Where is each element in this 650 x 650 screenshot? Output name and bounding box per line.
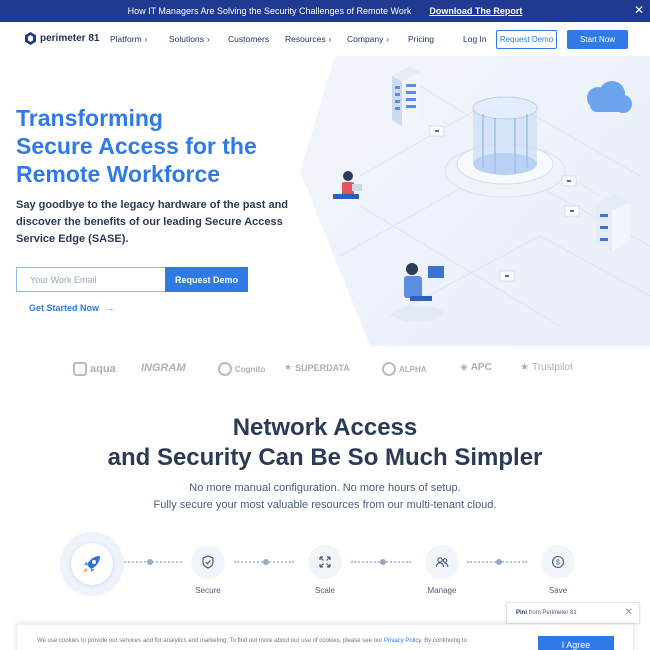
star-icon: ★ xyxy=(520,362,529,373)
shield-icon xyxy=(202,555,214,569)
hero-title-line: Secure Access for the xyxy=(16,133,257,159)
logo-trustpilot: ★ Trustpilot xyxy=(520,362,573,373)
cookie-consent-bar: We use cookies to provide our services a… xyxy=(16,624,634,650)
chat-from: from Perimeter 81 xyxy=(528,610,577,616)
section-subtitle-line1: No more manual configuration. No more ho… xyxy=(189,482,461,494)
work-email-input[interactable]: Your Work Email xyxy=(16,267,165,292)
nav-item-customers[interactable]: Customers xyxy=(228,34,269,44)
get-started-link[interactable]: Get Started Now → xyxy=(29,303,115,313)
hero-title-line: Transforming xyxy=(16,105,163,131)
logo-apc: ◈ APC xyxy=(460,362,492,373)
chevron-right-icon: › xyxy=(386,35,390,44)
rocket-icon xyxy=(83,556,100,573)
chat-widget[interactable]: Pini from Perimeter 81 ✕ xyxy=(506,602,640,624)
step-manage xyxy=(425,545,459,579)
connector-node xyxy=(496,559,502,565)
close-icon[interactable]: ✕ xyxy=(634,3,644,17)
nav-item-company[interactable]: Company › xyxy=(347,34,389,44)
chevron-right-icon: › xyxy=(144,35,148,44)
close-icon[interactable]: ✕ xyxy=(625,607,633,618)
step-label-manage: Manage xyxy=(427,586,457,595)
step-label-save: Save xyxy=(548,586,568,595)
steps-row: Secure Scale Manage $ Save xyxy=(0,528,650,598)
top-announcement-banner: How IT Managers Are Solving the Security… xyxy=(0,0,650,22)
connector-node xyxy=(147,559,153,565)
step-label-secure: Secure xyxy=(195,586,221,595)
nav-item-pricing[interactable]: Pricing xyxy=(408,34,434,44)
login-link[interactable]: Log In xyxy=(463,34,487,44)
chat-agent-name: Pini xyxy=(516,610,528,616)
brand-logo[interactable]: perimeter 81 xyxy=(25,32,99,45)
chevron-right-icon: › xyxy=(206,35,210,44)
step-scale xyxy=(308,545,342,579)
hero-illustration xyxy=(333,66,650,327)
cookie-agree-button[interactable]: I Agree xyxy=(538,636,614,650)
connector-node xyxy=(263,559,269,565)
nav-item-resources[interactable]: Resources › xyxy=(285,34,331,44)
scale-icon xyxy=(319,556,331,568)
connector-node xyxy=(380,559,386,565)
step-secure xyxy=(191,545,225,579)
download-report-link[interactable]: Download The Report xyxy=(429,6,522,16)
diamond-icon: ◈ xyxy=(460,362,468,373)
logo-ingram: INGRAM xyxy=(141,362,186,374)
customer-logos: aqua INGRAM Cognito ★ SUPERDATA ALPHA ◈ AP… xyxy=(0,358,650,380)
arrow-right-icon: → xyxy=(105,303,115,313)
nav-item-solutions[interactable]: Solutions › xyxy=(169,34,210,44)
section-title-line2: and Security Can Be So Much Simpler xyxy=(107,444,543,471)
users-icon xyxy=(435,557,449,568)
main-navigation: perimeter 81 Platform › Solutions › Custom… xyxy=(0,22,650,56)
star-icon: ★ xyxy=(284,362,293,372)
cookie-text: We use cookies to provide our services a… xyxy=(37,638,467,644)
section-subtitle-line2: Fully secure your most valuable resource… xyxy=(153,499,497,511)
logo-aqua: aqua xyxy=(73,362,116,376)
logo-icon xyxy=(25,32,36,45)
hero-request-demo-button[interactable]: Request Demo xyxy=(165,267,248,292)
start-now-button[interactable]: Start Now xyxy=(567,30,628,49)
logo-alpha: ALPHA xyxy=(382,362,427,376)
privacy-policy-link[interactable]: Privacy Policy xyxy=(384,638,421,644)
hero-title-line: Remote Workforce xyxy=(16,161,221,187)
connector-dots xyxy=(124,561,182,563)
hero-title: Transforming Secure Access for the Remot… xyxy=(16,104,316,188)
logo-cognito: Cognito xyxy=(218,362,265,376)
dollar-icon: $ xyxy=(551,555,565,569)
banner-text: How IT Managers Are Solving the Security… xyxy=(127,6,412,16)
rocket-step xyxy=(52,528,148,598)
section-title-line1: Network Access xyxy=(232,414,418,441)
request-demo-button[interactable]: Request Demo xyxy=(496,30,557,49)
step-save: $ xyxy=(541,545,575,579)
logo-superdata: ★ SUPERDATA xyxy=(284,362,350,373)
brand-name: perimeter 81 xyxy=(40,33,100,44)
chevron-right-icon: › xyxy=(328,35,332,44)
nav-item-platform[interactable]: Platform › xyxy=(110,34,147,44)
hero-subtitle: Say goodbye to the legacy hardware of th… xyxy=(16,199,289,245)
svg-text:$: $ xyxy=(556,560,560,567)
step-label-scale: Scale xyxy=(314,586,335,595)
